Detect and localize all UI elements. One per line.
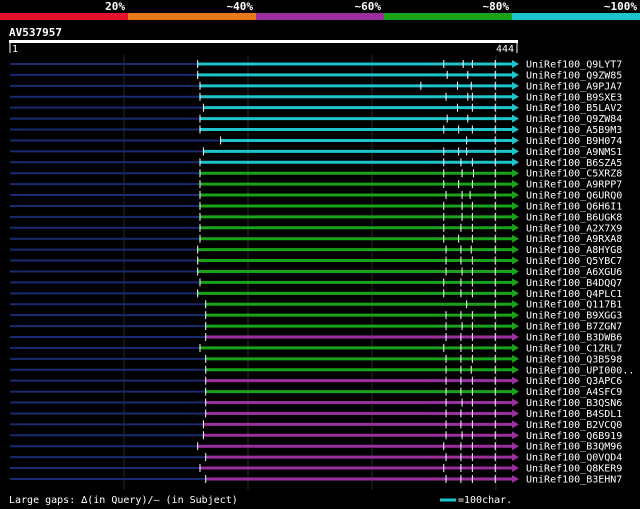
hit-name-label[interactable]: UniRef100_Q4PLC1: [526, 289, 622, 300]
hit-name-label[interactable]: UniRef100_B6SZA5: [526, 158, 622, 169]
query-sequence-bar: [9, 40, 518, 43]
hit-name-label[interactable]: UniRef100_A9PJA7: [526, 81, 622, 92]
hit-name-label[interactable]: UniRef100_B7ZGN7: [526, 322, 622, 333]
hit-name-label[interactable]: UniRef100_A6XGU6: [526, 267, 622, 278]
hit-name-label[interactable]: UniRef100_Q0VQD4: [526, 453, 622, 464]
hit-name-label[interactable]: UniRef100_Q8KER9: [526, 464, 622, 475]
query-id: AV537957: [9, 26, 62, 39]
hit-name-label[interactable]: UniRef100_B2VCQ0: [526, 420, 622, 431]
identity-scale-label: ~60%: [355, 0, 382, 13]
hit-name-label[interactable]: UniRef100_B9XGG3: [526, 311, 622, 322]
hit-name-label[interactable]: UniRef100_UPI000..: [526, 365, 634, 376]
hit-name-label[interactable]: UniRef100_B4DQQ7: [526, 278, 622, 289]
query-start-label: 1: [12, 44, 18, 55]
hit-name-label[interactable]: UniRef100_B3EHN7: [526, 474, 622, 485]
identity-scale-segment: [384, 13, 512, 20]
alignment-chart: 20% ~40% ~60% ~80% ~100% AV537957 1 444 UniR…: [0, 0, 640, 509]
hit-name-label[interactable]: UniRef100_A9RPP7: [526, 180, 622, 191]
hit-name-label[interactable]: UniRef100_B3QM96: [526, 442, 622, 453]
hit-name-label[interactable]: UniRef100_B9SXE3: [526, 92, 622, 103]
identity-scale-segment: [0, 13, 128, 20]
hit-name-label[interactable]: UniRef100_B9H074: [526, 136, 622, 147]
hit-name-label[interactable]: UniRef100_B3QSN6: [526, 398, 622, 409]
identity-scale-segment: [128, 13, 256, 20]
identity-scale-label: 20%: [105, 0, 125, 13]
query-end-label: 444: [496, 44, 514, 55]
hit-name-label[interactable]: UniRef100_B6UGK8: [526, 212, 622, 223]
hit-name-label[interactable]: UniRef100_B3DWB6: [526, 333, 622, 344]
identity-scale-segment: [512, 13, 640, 20]
hit-name-label[interactable]: UniRef100_Q6H6I1: [526, 201, 622, 212]
hit-name-label[interactable]: UniRef100_Q5YBC7: [526, 256, 622, 267]
hit-name-label[interactable]: UniRef100_C5XRZ8: [526, 169, 622, 180]
scale-bar-label: =100char.: [458, 495, 512, 506]
hit-name-label[interactable]: UniRef100_Q3APC6: [526, 376, 622, 387]
hit-name-label[interactable]: UniRef100_B5LAV2: [526, 103, 622, 114]
hit-name-label[interactable]: UniRef100_A2X7X9: [526, 223, 622, 234]
hit-name-label[interactable]: UniRef100_Q6URQ0: [526, 191, 622, 202]
hit-name-label[interactable]: UniRef100_A4SFC9: [526, 387, 622, 398]
hit-name-label[interactable]: UniRef100_A9RXA8: [526, 234, 622, 245]
hit-name-label[interactable]: UniRef100_Q6B919: [526, 431, 622, 442]
identity-scale-label: ~100%: [604, 0, 637, 13]
hit-name-label[interactable]: UniRef100_Q3B598: [526, 354, 622, 365]
hit-name-label[interactable]: UniRef100_C1ZRL7: [526, 343, 622, 354]
hit-name-label[interactable]: UniRef100_A8HYG8: [526, 245, 622, 256]
hit-name-label[interactable]: UniRef100_Q9ZW85: [526, 70, 622, 81]
identity-scale-segment: [256, 13, 384, 20]
identity-scale-label: ~40%: [227, 0, 254, 13]
identity-scale-label: ~80%: [483, 0, 510, 13]
hit-name-label[interactable]: UniRef100_A9NMS1: [526, 147, 622, 158]
hit-name-label[interactable]: UniRef100_Q9ZW84: [526, 114, 622, 125]
hit-name-label[interactable]: UniRef100_A5B9M3: [526, 125, 622, 136]
hit-name-label[interactable]: UniRef100_Q117B1: [526, 300, 622, 311]
gap-legend-text: Large gaps: ∆(in Query)/– (in Subject): [9, 495, 238, 506]
hit-name-label[interactable]: UniRef100_Q9LYT7: [526, 60, 622, 71]
hit-name-label[interactable]: UniRef100_B4SDL1: [526, 409, 622, 420]
